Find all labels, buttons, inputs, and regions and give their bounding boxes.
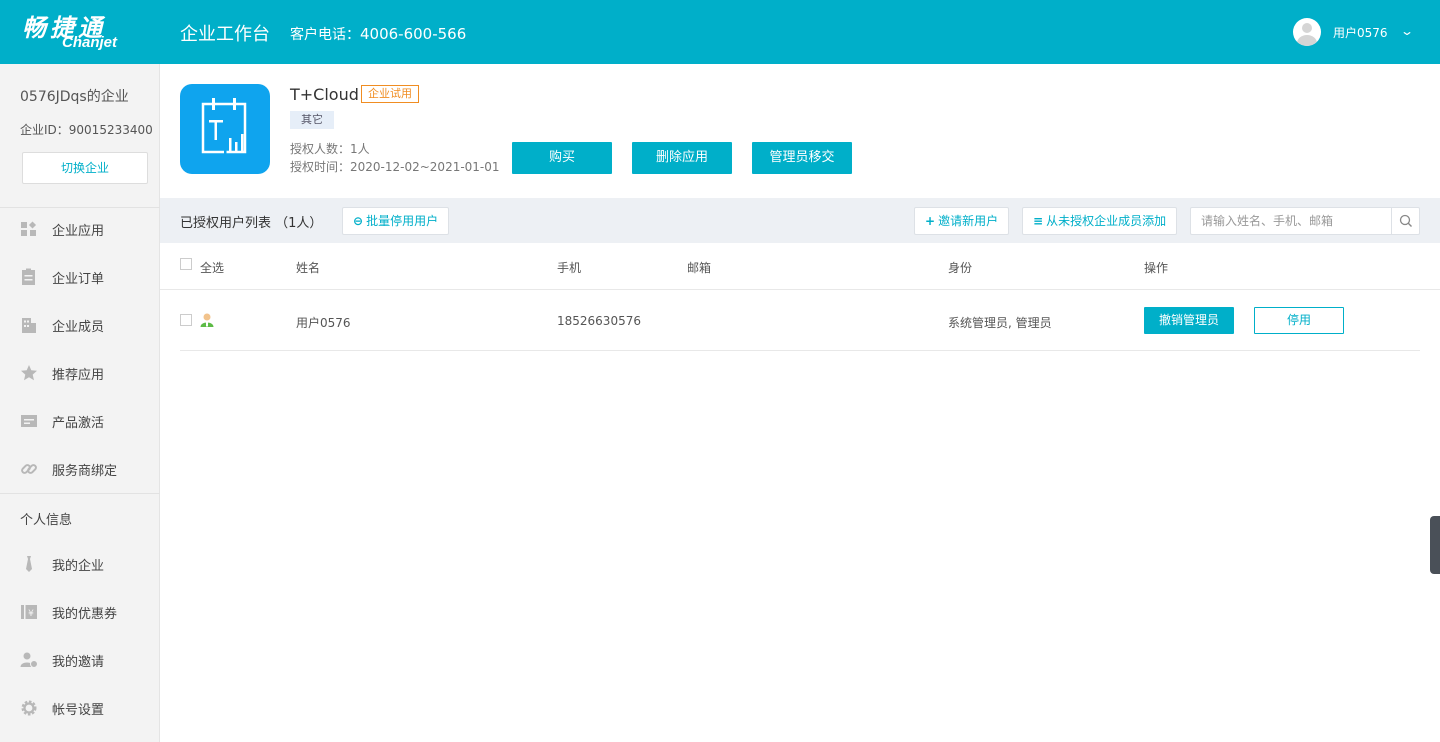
authorized-user-list-title: 已授权用户列表 （1人） (180, 216, 323, 231)
customer-phone-number: 4006-600-566 (360, 25, 467, 43)
company-id: 企业ID：90015233400 (20, 123, 153, 137)
row-checkbox[interactable] (180, 314, 192, 326)
delete-app-button[interactable]: 删除应用 (632, 142, 732, 174)
sidebar-item-label: 企业订单 (52, 272, 105, 287)
column-header-name: 姓名 (296, 261, 321, 275)
sidebar-item-label: 企业应用 (52, 224, 105, 239)
chanjet-logo[interactable]: 畅捷通 Chanjet (22, 8, 142, 56)
user-list-toolbar: 已授权用户列表 （1人） ⊖ 批量停用用户 + 邀请新用户 ≡ 从未授权企业成员添加 (160, 198, 1440, 243)
activation-icon (21, 415, 37, 427)
row-name: 用户0576 (296, 316, 351, 330)
add-from-members-label: 从未授权企业成员添加 (1046, 214, 1167, 228)
column-header-phone: 手机 (557, 261, 582, 275)
sidebar-item-enterprise-apps[interactable]: 企业应用 (0, 205, 160, 253)
table-row-divider (180, 350, 1420, 351)
coupon-icon: ¥ (21, 605, 37, 619)
sidebar-item-label: 产品激活 (52, 416, 105, 431)
sidebar-item-label: 帐号设置 (52, 703, 105, 718)
sidebar-item-label: 我的企业 (52, 559, 105, 574)
app-name: T+Cloud (290, 85, 359, 104)
user-avatar-icon[interactable] (1293, 18, 1321, 46)
table-header-divider (160, 289, 1440, 290)
buy-button[interactable]: 购买 (512, 142, 612, 174)
invite-user-label: 邀请新用户 (938, 214, 999, 228)
minus-circle-icon: ⊖ (353, 214, 364, 228)
top-header: 畅捷通 Chanjet 企业工作台 客户电话：4006-600-566 用户05… (0, 0, 1440, 64)
batch-disable-button[interactable]: ⊖ 批量停用用户 (342, 207, 450, 235)
invite-user-button[interactable]: + 邀请新用户 (914, 207, 1010, 235)
column-header-email: 邮箱 (687, 261, 712, 275)
row-role: 系统管理员, 管理员 (948, 316, 1052, 330)
sidebar-item-label: 推荐应用 (52, 368, 105, 383)
chevron-down-icon[interactable]: ⌄ (1400, 24, 1414, 38)
sidebar-item-label: 服务商绑定 (52, 464, 118, 479)
sidebar-item-my-enterprise[interactable]: 我的企业 (0, 540, 160, 588)
list-icon: ≡ (1033, 214, 1044, 228)
authorization-time: 授权时间：2020-12-02~2021-01-01 (290, 160, 500, 174)
app-logo-icon (201, 98, 247, 154)
disable-user-button[interactable]: 停用 (1254, 307, 1344, 334)
star-icon (21, 365, 37, 381)
plus-icon: + (925, 214, 936, 228)
sidebar-item-product-activation[interactable]: 产品激活 (0, 397, 160, 445)
personal-info-section-label: 个人信息 (20, 513, 73, 528)
sidebar-item-label: 我的优惠券 (52, 607, 118, 622)
sidebar-item-enterprise-orders[interactable]: 企业订单 (0, 253, 160, 301)
row-phone: 18526630576 (557, 314, 641, 328)
authorization-count: 授权人数：1人 (290, 142, 370, 156)
invite-icon (20, 652, 38, 668)
logo-english-text: Chanjet (62, 34, 118, 51)
search-button[interactable] (1391, 208, 1419, 234)
search-icon (1399, 214, 1412, 227)
page-title: 企业工作台 (180, 24, 270, 45)
category-tag: 其它 (290, 111, 334, 129)
trial-badge: 企业试用 (361, 85, 419, 103)
svg-text:¥: ¥ (28, 609, 34, 619)
transfer-admin-button[interactable]: 管理员移交 (752, 142, 852, 174)
floating-side-widget[interactable] (1430, 516, 1440, 574)
apps-icon (21, 221, 37, 236)
select-all-checkbox[interactable] (180, 258, 192, 270)
select-all-label[interactable]: 全选 (200, 259, 224, 276)
building-icon (22, 318, 36, 333)
sidebar-item-recommended-apps[interactable]: 推荐应用 (0, 349, 160, 397)
tie-icon (26, 556, 32, 572)
switch-company-button[interactable]: 切换企业 (22, 152, 148, 184)
sidebar-item-account-settings[interactable]: 帐号设置 (0, 684, 160, 732)
add-from-members-button[interactable]: ≡ 从未授权企业成员添加 (1022, 207, 1178, 235)
customer-phone: 客户电话：4006-600-566 (290, 24, 466, 44)
link-icon (21, 464, 37, 474)
sidebar-item-label: 我的邀请 (52, 655, 105, 670)
sidebar-item-label: 企业成员 (52, 320, 105, 335)
sidebar-item-provider-binding[interactable]: 服务商绑定 (0, 445, 160, 493)
sidebar: 0576JDqs的企业 企业ID：90015233400 切换企业 企业应用 企… (0, 64, 160, 742)
company-name: 0576JDqs的企业 (20, 89, 129, 105)
batch-disable-label: 批量停用用户 (366, 214, 439, 228)
column-header-actions: 操作 (1144, 261, 1169, 275)
sidebar-item-my-coupons[interactable]: ¥ 我的优惠券 (0, 588, 160, 636)
order-icon (22, 268, 35, 285)
user-role-icon (200, 313, 214, 327)
sidebar-divider (0, 493, 160, 494)
column-header-role: 身份 (948, 261, 973, 275)
sidebar-item-enterprise-members[interactable]: 企业成员 (0, 301, 160, 349)
gear-icon (21, 700, 37, 716)
user-name[interactable]: 用户0576 (1333, 24, 1388, 41)
search-box (1190, 207, 1420, 235)
revoke-admin-button[interactable]: 撤销管理员 (1144, 307, 1234, 334)
customer-phone-label: 客户电话： (290, 27, 360, 43)
tcloud-app-icon (180, 84, 270, 174)
search-input[interactable] (1191, 208, 1391, 234)
sidebar-item-my-invitations[interactable]: 我的邀请 (0, 636, 160, 684)
